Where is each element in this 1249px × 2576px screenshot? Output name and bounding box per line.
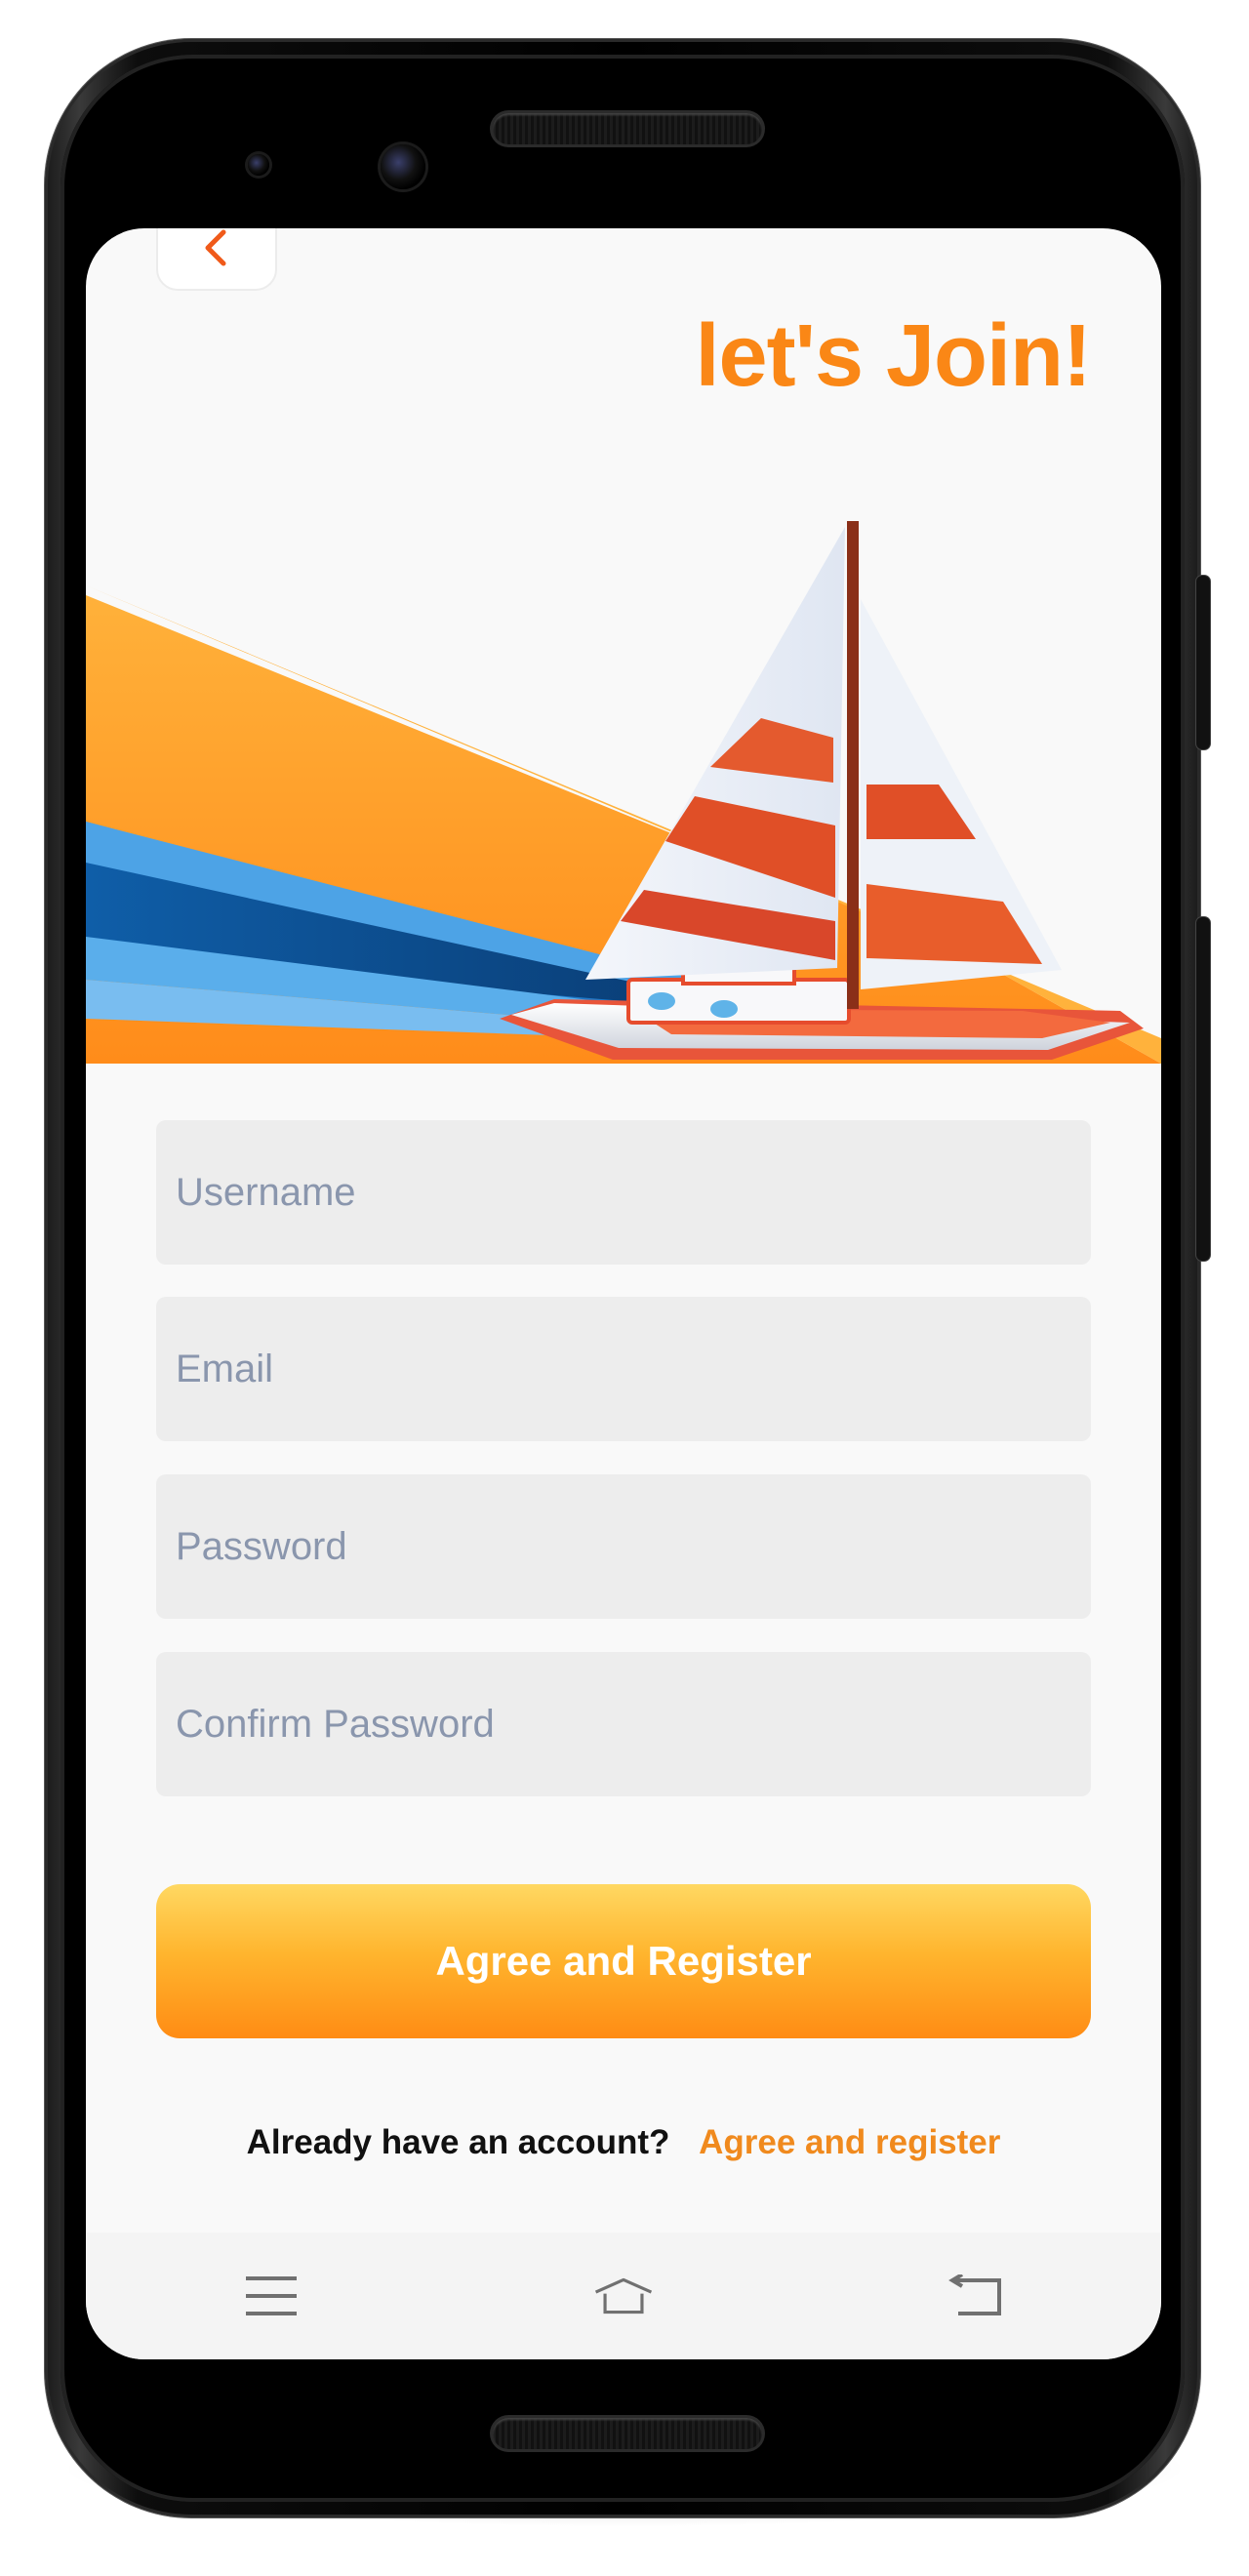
username-input[interactable]	[156, 1120, 1091, 1265]
volume-button	[1196, 576, 1210, 749]
bottom-speaker	[493, 2418, 762, 2449]
power-button	[1196, 917, 1210, 1261]
menu-icon	[246, 2276, 297, 2315]
hero-illustration	[86, 521, 1161, 1064]
front-sensor	[248, 154, 269, 176]
nav-back-button[interactable]	[947, 2267, 1005, 2325]
back-arrow-icon	[948, 2274, 1001, 2315]
agree-register-button[interactable]: Agree and Register	[156, 1884, 1091, 2038]
chevron-left-icon	[205, 229, 226, 266]
app-screen: let's Join! Username Email Agree and Reg…	[86, 228, 1161, 2359]
confirm-password-input[interactable]	[156, 1652, 1091, 1796]
login-prompt: Already have an account? Agree and regis…	[86, 2123, 1161, 2162]
login-link[interactable]: Agree and register	[699, 2123, 1000, 2161]
back-button[interactable]	[156, 228, 277, 291]
email-input[interactable]	[156, 1297, 1091, 1441]
home-icon	[594, 2277, 653, 2314]
password-input[interactable]	[156, 1474, 1091, 1619]
nav-home-button[interactable]	[594, 2267, 653, 2325]
top-speaker	[493, 113, 762, 144]
nav-menu-button[interactable]	[242, 2267, 301, 2325]
already-account-text: Already have an account?	[246, 2123, 670, 2161]
system-navbar	[86, 2233, 1161, 2359]
front-camera	[381, 144, 425, 189]
